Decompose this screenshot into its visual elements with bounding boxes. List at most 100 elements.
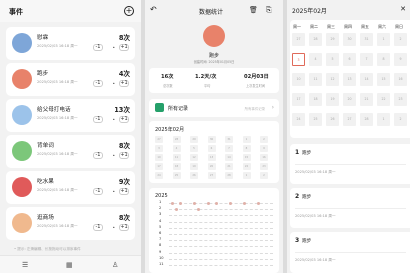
month-day-cell: 11 — [172, 154, 181, 161]
event-card[interactable]: 逛商场 2025/02/03 16:18 周一 8次 -1 • +1 — [6, 207, 135, 240]
event-card[interactable]: 跑步 2025/02/03 16:18 周一 4次 -1 • +1 — [6, 63, 135, 96]
day-cell[interactable]: 17 — [292, 93, 305, 106]
separator-dot: • — [112, 117, 115, 122]
day-cell[interactable]: 3 — [292, 53, 305, 66]
month-day-cell: 1 — [242, 172, 251, 179]
day-cell[interactable]: 26 — [326, 113, 339, 126]
month-title: 2025年02月 — [155, 127, 185, 133]
calendar-tab-icon[interactable]: ▦ — [66, 261, 73, 269]
day-cell[interactable]: 11 — [309, 73, 322, 86]
day-cell[interactable]: 27 — [343, 113, 356, 126]
decrement-button[interactable]: -1 — [93, 224, 103, 231]
month-row-label: 9 — [159, 249, 162, 254]
increment-button[interactable]: +1 — [119, 188, 129, 195]
month-day-cell: 31 — [225, 136, 233, 143]
day-cell[interactable]: 31 — [360, 33, 373, 46]
day-cell[interactable]: 28 — [360, 113, 373, 126]
decrement-button[interactable]: -1 — [93, 188, 103, 195]
weekday-label: 周六 — [378, 24, 386, 29]
year-timeline-card: 2025 1 2 3 4 5 6 7 8 9 10 11 — [149, 188, 279, 273]
day-cell[interactable]: 6 — [343, 53, 356, 66]
occurrence-dot — [171, 201, 174, 205]
day-cell[interactable]: 7 — [360, 53, 373, 66]
day-cell[interactable]: 29 — [326, 33, 339, 46]
day-cell[interactable]: 22 — [377, 93, 390, 106]
day-cell[interactable]: 30 — [343, 33, 356, 46]
month-day-cell: 18 — [172, 163, 181, 170]
day-cell[interactable]: 23 — [394, 93, 407, 106]
increment-button[interactable]: +1 — [119, 44, 129, 51]
day-cell[interactable]: 20 — [343, 93, 356, 106]
day-cell[interactable]: 2 — [394, 113, 407, 126]
increment-button[interactable]: +1 — [119, 224, 129, 231]
event-card[interactable]: 吃水果 2025/02/03 16:18 周一 9次 -1 • +1 — [6, 171, 135, 204]
day-cell[interactable]: 14 — [360, 73, 373, 86]
weekday-label: 周三 — [327, 24, 335, 29]
event-card[interactable]: 背单词 2025/02/03 16:18 周一 8次 -1 • +1 — [6, 135, 135, 168]
record-item[interactable]: 1 跑步 2025/02/03 16:18 周一 — [290, 144, 410, 184]
back-arrow-icon[interactable]: ↶ — [150, 5, 157, 14]
add-event-icon[interactable]: + — [124, 6, 134, 16]
increment-button[interactable]: +1 — [119, 152, 129, 159]
hint-text: • 提示: 左滑编辑、长按拖动可以排序事件 — [14, 247, 81, 251]
occurrence-dot — [257, 201, 260, 205]
month-row-label: 7 — [159, 237, 162, 242]
day-cell[interactable]: 28 — [309, 33, 322, 46]
record-item[interactable]: 2 跑步 2025/02/03 16:18 周一 — [290, 188, 410, 228]
day-cell[interactable]: 4 — [309, 53, 322, 66]
day-cell[interactable]: 16 — [394, 73, 407, 86]
day-cell[interactable]: 8 — [377, 53, 390, 66]
day-cell[interactable]: 24 — [292, 113, 305, 126]
decrement-button[interactable]: -1 — [93, 80, 103, 87]
export-icon[interactable]: ⎘ — [266, 6, 272, 15]
day-cell[interactable]: 21 — [360, 93, 373, 106]
decrement-button[interactable]: -1 — [93, 152, 103, 159]
month-day-cell: 9 — [260, 145, 268, 152]
all-records-row[interactable]: 所有记录 所有事件记录 › — [149, 99, 279, 117]
event-card[interactable]: 慰霖 2025/02/03 16:18 周一 8次 -1 • +1 — [6, 27, 135, 60]
day-cell[interactable]: 25 — [309, 113, 322, 126]
header: 事件 + — [0, 0, 141, 22]
decrement-button[interactable]: -1 — [93, 116, 103, 123]
month-day-cell: 27 — [155, 136, 163, 143]
day-cell[interactable]: 1 — [377, 113, 390, 126]
avatar — [12, 33, 32, 53]
day-cell[interactable]: 5 — [326, 53, 339, 66]
event-count: 8次 — [118, 142, 130, 150]
day-cell[interactable]: 9 — [394, 53, 407, 66]
decrement-button[interactable]: -1 — [93, 44, 103, 51]
day-cell[interactable]: 10 — [292, 73, 305, 86]
day-cell[interactable]: 13 — [343, 73, 356, 86]
day-cell[interactable]: 12 — [326, 73, 339, 86]
profile-tab-icon[interactable]: ♙ — [112, 261, 118, 269]
month-row-label: 1 — [159, 200, 162, 204]
month-day-cell: 23 — [260, 163, 268, 170]
month-row-track — [169, 252, 273, 254]
record-index: 2 — [295, 193, 300, 200]
day-cell[interactable]: 19 — [326, 93, 339, 106]
increment-button[interactable]: +1 — [119, 80, 129, 87]
month-row-track — [169, 215, 273, 217]
day-cell[interactable]: 2 — [394, 33, 407, 46]
close-icon[interactable]: ✕ — [400, 5, 406, 13]
record-time: 2025/02/03 16:18 周一 — [295, 214, 336, 218]
month-day-cell: 20 — [207, 163, 216, 170]
separator-dot: • — [112, 45, 115, 50]
day-cell[interactable]: 18 — [309, 93, 322, 106]
event-count: 13次 — [114, 106, 130, 114]
increment-button[interactable]: +1 — [119, 116, 129, 123]
trash-icon[interactable]: 🗑 — [249, 6, 258, 14]
last-time-label: 上次发生时间 — [246, 84, 266, 88]
day-cell[interactable]: 1 — [377, 33, 390, 46]
month-day-cell: 2 — [260, 136, 268, 143]
month-day-cell: 28 — [225, 172, 233, 179]
list-tab-icon[interactable]: ☰ — [22, 261, 28, 269]
separator-dot: • — [112, 81, 115, 86]
event-card[interactable]: 给父母打电话 2025/02/03 16:18 周一 13次 -1 • +1 — [6, 99, 135, 132]
separator-dot: • — [112, 153, 115, 158]
record-item[interactable]: 3 跑步 2025/02/03 16:18 周一 — [290, 232, 410, 273]
average-label: 平均 — [204, 84, 211, 88]
created-date: 创建时间: 2025年01月05日 — [193, 60, 235, 64]
day-cell[interactable]: 27 — [292, 33, 305, 46]
day-cell[interactable]: 15 — [377, 73, 390, 86]
